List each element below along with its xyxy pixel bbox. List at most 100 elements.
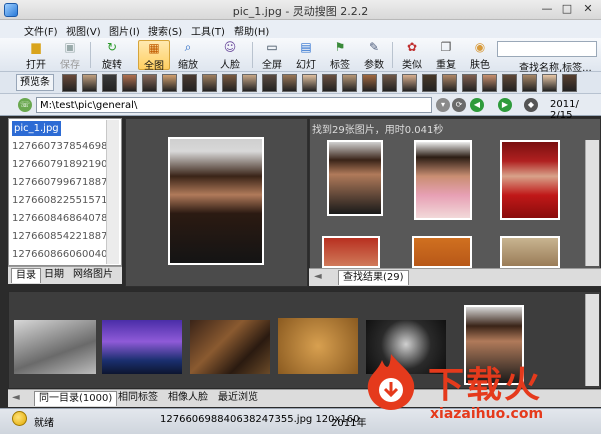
preview-strip-thumbnail[interactable] xyxy=(382,74,397,92)
file-list-item[interactable]: 127660854221887 xyxy=(12,229,108,244)
preview-strip-thumbnail[interactable] xyxy=(502,74,517,92)
tab-directory[interactable]: 目录 xyxy=(11,268,41,283)
preview-strip-thumbnail[interactable] xyxy=(162,74,177,92)
back-icon[interactable]: ◀ xyxy=(470,98,484,112)
file-list-item[interactable]: 127660822551571 xyxy=(12,193,108,208)
preview-strip-thumbnail[interactable] xyxy=(422,74,437,92)
result-thumbnail[interactable] xyxy=(500,236,560,268)
preview-strip-thumbnail[interactable] xyxy=(282,74,297,92)
tab-search-results[interactable]: 查找结果(29) xyxy=(338,270,409,285)
duplicate-icon: ❐ xyxy=(440,40,452,54)
rotate-button[interactable]: ↻ 旋转 xyxy=(96,40,128,71)
results-scroll-left-icon[interactable]: ◄ xyxy=(314,271,322,282)
preview-strip-thumbnail[interactable] xyxy=(462,74,477,92)
result-thumbnail[interactable] xyxy=(500,140,560,220)
close-button[interactable]: ✕ xyxy=(579,2,597,17)
preview-strip-thumbnail[interactable] xyxy=(262,74,277,92)
file-list-item[interactable]: 127660846864078 xyxy=(12,211,108,226)
preview-strip-thumbnail[interactable] xyxy=(242,74,257,92)
file-list-item[interactable]: 127660791892190 xyxy=(12,157,108,172)
window-title: pic_1.jpg - 灵动搜图 2.2.2 xyxy=(232,5,369,18)
result-thumbnail[interactable] xyxy=(414,140,472,220)
preview-strip-thumbnail[interactable] xyxy=(82,74,97,92)
directory-thumbnail[interactable] xyxy=(14,320,96,374)
preview-strip-thumbnail[interactable] xyxy=(62,74,77,92)
wrench-icon: ✎ xyxy=(368,40,380,54)
status-year: 2011年 xyxy=(331,418,367,429)
preview-strip-thumbnail[interactable] xyxy=(442,74,457,92)
menu-tools[interactable]: 工具(T) xyxy=(191,23,225,38)
preview-strip-thumbnail[interactable] xyxy=(542,74,557,92)
refresh-icon[interactable]: ⟳ xyxy=(452,98,466,112)
result-thumbnail[interactable] xyxy=(412,236,472,268)
minimize-button[interactable]: — xyxy=(538,2,556,17)
forward-icon[interactable]: ▶ xyxy=(498,98,512,112)
result-thumbnail[interactable] xyxy=(322,236,380,268)
results-scrollbar[interactable] xyxy=(585,140,599,266)
directory-thumbnail[interactable] xyxy=(278,318,358,374)
file-list-item[interactable]: 127660799671887 xyxy=(12,175,108,190)
preview-strip-thumbnail[interactable] xyxy=(182,74,197,92)
tab-date[interactable]: 日期 xyxy=(40,268,68,283)
file-list-item[interactable]: 127660866060040 xyxy=(12,247,108,262)
slideshow-button[interactable]: ▤ 幻灯 xyxy=(290,40,322,71)
tab-same-directory[interactable]: 同一目录(1000) xyxy=(34,391,118,406)
menu-search[interactable]: 搜索(S) xyxy=(148,23,182,38)
preview-strip-thumbnail[interactable] xyxy=(562,74,577,92)
tab-similar-faces[interactable]: 相像人脸 xyxy=(164,391,212,406)
params-button[interactable]: ✎ 参数 xyxy=(358,40,390,71)
path-input[interactable] xyxy=(36,97,432,113)
tag-button[interactable]: ⚑ 标签 xyxy=(324,40,356,71)
path-dropdown-icon[interactable]: ▾ xyxy=(436,98,450,112)
search-input[interactable] xyxy=(497,41,597,57)
preview-strip-thumbnail[interactable] xyxy=(302,74,317,92)
fullscreen-button[interactable]: ▭ 全屏 xyxy=(256,40,288,71)
directory-thumbnail[interactable] xyxy=(102,320,182,374)
status-file-info: 127660698840638247355.jpg 120x160 xyxy=(160,414,360,425)
preview-strip-thumbnail[interactable] xyxy=(522,74,537,92)
tab-same-tag[interactable]: 相同标签 xyxy=(114,391,162,406)
menu-help[interactable]: 帮助(H) xyxy=(234,23,269,38)
preview-strip-thumbnail[interactable] xyxy=(102,74,117,92)
save-button[interactable]: ▣ 保存 xyxy=(54,40,86,71)
save-icon: ▣ xyxy=(64,40,76,54)
tab-recently-viewed[interactable]: 最近浏览 xyxy=(214,391,262,406)
maximize-button[interactable]: □ xyxy=(558,2,576,17)
bottom-scroll-left-icon[interactable]: ◄ xyxy=(12,392,20,403)
preview-strip-thumbnail[interactable] xyxy=(342,74,357,92)
preview-strip-thumbnail[interactable] xyxy=(362,74,377,92)
preview-strip-thumbnail[interactable] xyxy=(402,74,417,92)
file-list-item[interactable]: 127660737854698 xyxy=(12,139,108,154)
file-list-item-selected[interactable]: pic_1.jpg xyxy=(12,121,61,136)
similar-button[interactable]: ✿ 类似 xyxy=(396,40,428,71)
zoom-button[interactable]: ⌕ 缩放 xyxy=(172,40,204,71)
tag-icon: ⚑ xyxy=(334,40,346,54)
preview-bar-button[interactable]: 预览条 xyxy=(16,74,54,91)
menu-view[interactable]: 视图(V) xyxy=(66,23,101,38)
preview-strip-thumbnail[interactable] xyxy=(222,74,237,92)
toolbar-separator xyxy=(392,42,393,68)
face-button[interactable]: ☺ 人脸 xyxy=(214,40,246,71)
file-list-scrollbar[interactable] xyxy=(106,120,119,264)
fire-logo-icon xyxy=(367,354,415,410)
similar-icon: ✿ xyxy=(406,40,418,54)
main-image xyxy=(168,137,264,265)
preview-strip-thumbnail[interactable] xyxy=(142,74,157,92)
directory-thumbnail[interactable] xyxy=(190,320,270,374)
preview-strip-thumbnail[interactable] xyxy=(202,74,217,92)
phone-icon: ☏ xyxy=(18,98,32,112)
menu-image[interactable]: 图片(I) xyxy=(109,23,140,38)
preview-strip-thumbnail[interactable] xyxy=(122,74,137,92)
duplicate-button[interactable]: ❐ 重复 xyxy=(430,40,462,71)
skin-color-button[interactable]: ◉ 肤色 xyxy=(464,40,496,71)
fit-image-button[interactable]: ▦ 全图 xyxy=(138,40,170,72)
shield-icon: ◆ xyxy=(524,98,538,112)
preview-strip-thumbnail[interactable] xyxy=(322,74,337,92)
preview-strip-thumbnail[interactable] xyxy=(482,74,497,92)
tab-web-images[interactable]: 网络图片 xyxy=(69,268,117,283)
open-button[interactable]: ▆ 打开 xyxy=(20,40,52,71)
watermark-text: 下载火 xyxy=(428,365,543,406)
bottom-scrollbar[interactable] xyxy=(585,294,599,386)
result-thumbnail[interactable] xyxy=(327,140,383,216)
menu-file[interactable]: 文件(F) xyxy=(24,23,58,38)
